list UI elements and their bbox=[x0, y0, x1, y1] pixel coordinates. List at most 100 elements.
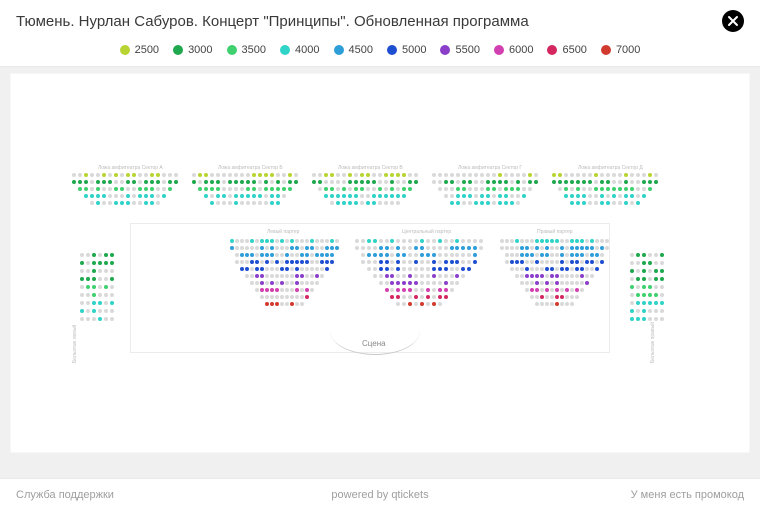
seat[interactable] bbox=[252, 180, 256, 184]
seat[interactable] bbox=[600, 194, 604, 198]
seat[interactable] bbox=[438, 295, 442, 299]
seat[interactable] bbox=[630, 269, 634, 273]
seat[interactable] bbox=[324, 173, 328, 177]
seat[interactable] bbox=[456, 187, 460, 191]
seat[interactable] bbox=[295, 274, 299, 278]
seat[interactable] bbox=[132, 173, 136, 177]
seat[interactable] bbox=[342, 201, 346, 205]
seat[interactable] bbox=[396, 173, 400, 177]
seat[interactable] bbox=[348, 180, 352, 184]
seat[interactable] bbox=[642, 194, 646, 198]
seat[interactable] bbox=[576, 180, 580, 184]
seat[interactable] bbox=[264, 180, 268, 184]
seat[interactable] bbox=[366, 173, 370, 177]
seat[interactable] bbox=[295, 246, 299, 250]
seat[interactable] bbox=[444, 295, 448, 299]
seat[interactable] bbox=[260, 274, 264, 278]
seat[interactable] bbox=[92, 293, 96, 297]
seat[interactable] bbox=[575, 246, 579, 250]
seat[interactable] bbox=[367, 239, 371, 243]
seat[interactable] bbox=[270, 239, 274, 243]
seat[interactable] bbox=[540, 239, 544, 243]
seat[interactable] bbox=[192, 180, 196, 184]
legend-item-6000[interactable]: 6000 bbox=[494, 44, 533, 56]
seat[interactable] bbox=[92, 269, 96, 273]
seat[interactable] bbox=[474, 201, 478, 205]
seat[interactable] bbox=[300, 260, 304, 264]
seat[interactable] bbox=[320, 253, 324, 257]
seat[interactable] bbox=[260, 239, 264, 243]
seat[interactable] bbox=[265, 253, 269, 257]
seat[interactable] bbox=[468, 180, 472, 184]
seat[interactable] bbox=[255, 260, 259, 264]
seat[interactable] bbox=[354, 187, 358, 191]
seat[interactable] bbox=[330, 187, 334, 191]
seat[interactable] bbox=[535, 288, 539, 292]
seat[interactable] bbox=[150, 194, 154, 198]
seat[interactable] bbox=[408, 187, 412, 191]
seat[interactable] bbox=[330, 260, 334, 264]
seat[interactable] bbox=[600, 180, 604, 184]
seat[interactable] bbox=[90, 194, 94, 198]
seat[interactable] bbox=[594, 173, 598, 177]
seat[interactable] bbox=[560, 267, 564, 271]
promo-link[interactable]: У меня есть промокод bbox=[631, 489, 744, 501]
seat[interactable] bbox=[310, 246, 314, 250]
seat[interactable] bbox=[565, 288, 569, 292]
seat[interactable] bbox=[648, 285, 652, 289]
seat[interactable] bbox=[168, 180, 172, 184]
seat[interactable] bbox=[246, 187, 250, 191]
seat[interactable] bbox=[510, 187, 514, 191]
seat[interactable] bbox=[545, 246, 549, 250]
seat[interactable] bbox=[550, 267, 554, 271]
legend-item-3500[interactable]: 3500 bbox=[227, 44, 266, 56]
seat[interactable] bbox=[550, 274, 554, 278]
seat[interactable] bbox=[462, 180, 466, 184]
seat[interactable] bbox=[78, 187, 82, 191]
seat[interactable] bbox=[114, 173, 118, 177]
seat[interactable] bbox=[378, 187, 382, 191]
seat[interactable] bbox=[648, 187, 652, 191]
seat[interactable] bbox=[282, 187, 286, 191]
seat[interactable] bbox=[540, 295, 544, 299]
seat[interactable] bbox=[560, 253, 564, 257]
seat[interactable] bbox=[636, 201, 640, 205]
seat[interactable] bbox=[290, 260, 294, 264]
seat[interactable] bbox=[280, 267, 284, 271]
seat[interactable] bbox=[348, 173, 352, 177]
seat[interactable] bbox=[104, 261, 108, 265]
seat[interactable] bbox=[450, 201, 454, 205]
seat[interactable] bbox=[114, 187, 118, 191]
seat[interactable] bbox=[575, 267, 579, 271]
seat[interactable] bbox=[290, 246, 294, 250]
seat[interactable] bbox=[570, 260, 574, 264]
seat[interactable] bbox=[636, 277, 640, 281]
seat[interactable] bbox=[575, 288, 579, 292]
seat[interactable] bbox=[104, 285, 108, 289]
seat[interactable] bbox=[98, 261, 102, 265]
seat[interactable] bbox=[275, 288, 279, 292]
seat[interactable] bbox=[198, 173, 202, 177]
seat[interactable] bbox=[372, 201, 376, 205]
seat[interactable] bbox=[520, 260, 524, 264]
seat[interactable] bbox=[92, 253, 96, 257]
seat[interactable] bbox=[450, 180, 454, 184]
seat[interactable] bbox=[545, 267, 549, 271]
seat[interactable] bbox=[330, 239, 334, 243]
seat[interactable] bbox=[654, 180, 658, 184]
seat[interactable] bbox=[372, 180, 376, 184]
seat[interactable] bbox=[516, 180, 520, 184]
seat[interactable] bbox=[276, 201, 280, 205]
seat[interactable] bbox=[555, 288, 559, 292]
seat[interactable] bbox=[360, 173, 364, 177]
seat[interactable] bbox=[558, 173, 562, 177]
legend-item-6500[interactable]: 6500 bbox=[547, 44, 586, 56]
seat[interactable] bbox=[576, 187, 580, 191]
seat[interactable] bbox=[290, 302, 294, 306]
seat[interactable] bbox=[150, 201, 154, 205]
seat[interactable] bbox=[575, 239, 579, 243]
seat[interactable] bbox=[102, 173, 106, 177]
seat[interactable] bbox=[379, 253, 383, 257]
seat[interactable] bbox=[642, 253, 646, 257]
seat[interactable] bbox=[545, 239, 549, 243]
